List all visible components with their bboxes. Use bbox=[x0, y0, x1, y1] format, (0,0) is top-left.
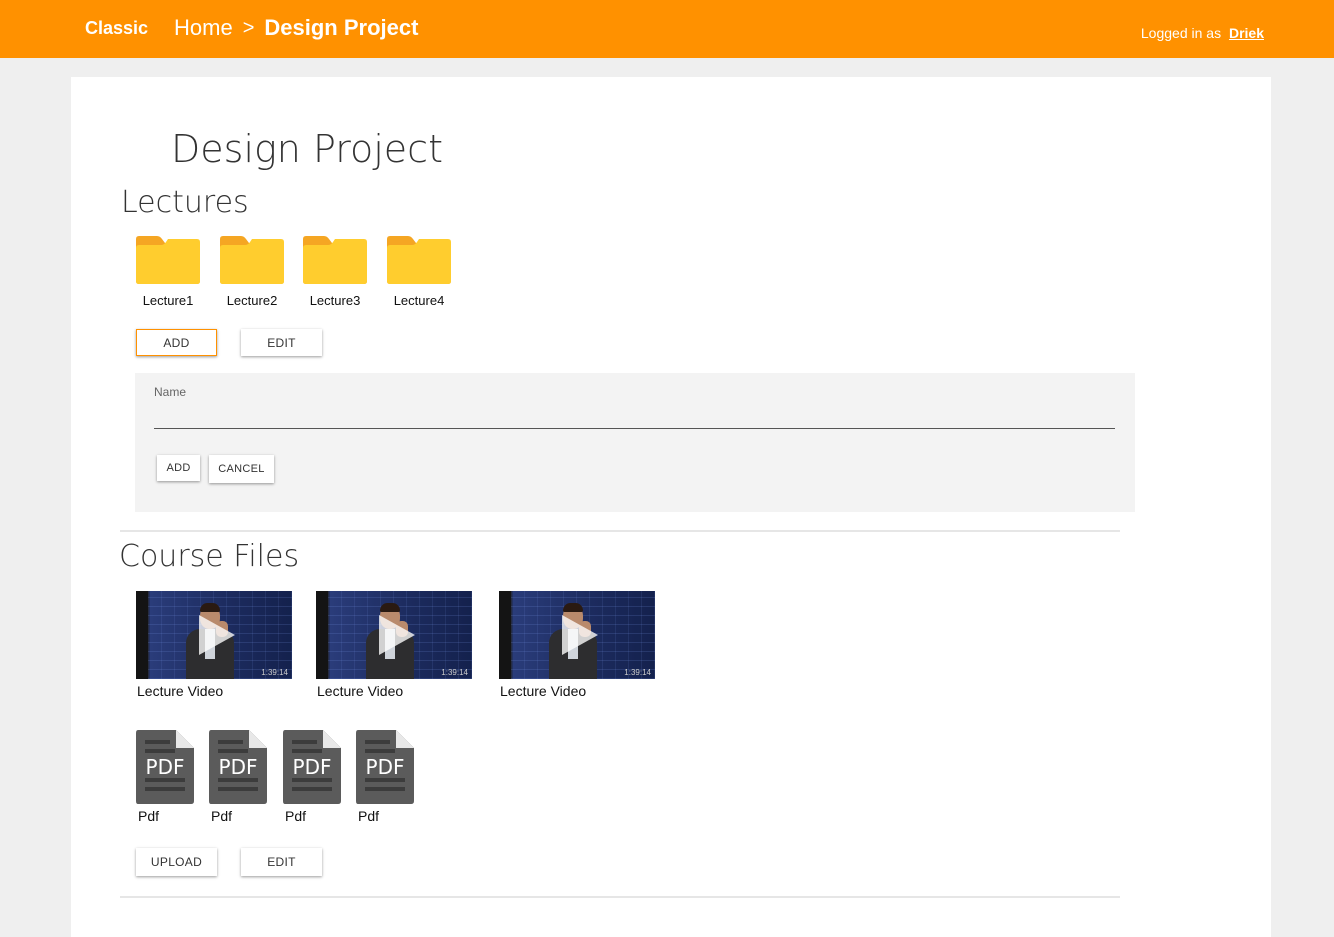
edit-files-button[interactable]: EDIT bbox=[241, 848, 322, 876]
pdf-label: Pdf bbox=[358, 808, 380, 824]
section-divider-bottom bbox=[120, 896, 1120, 898]
folder-label: Lecture2 bbox=[226, 293, 278, 308]
video-label: Lecture Video bbox=[317, 683, 404, 699]
pdf-badge: PDF bbox=[219, 755, 258, 779]
pdf-file-icon: PDF bbox=[136, 730, 194, 804]
upload-button[interactable]: UPLOAD bbox=[136, 848, 217, 876]
folder-icon bbox=[220, 236, 284, 288]
breadcrumb-home-link[interactable]: Home bbox=[174, 15, 233, 41]
content-card: Design Project Lectures Lecture1 Lecture2… bbox=[71, 77, 1271, 937]
video-duration: 1:39:14 bbox=[624, 668, 651, 677]
login-prefix: Logged in as bbox=[1140, 25, 1222, 41]
user-link[interactable]: Driek bbox=[1229, 25, 1264, 41]
folder-icon bbox=[387, 236, 451, 288]
folder-icon bbox=[136, 236, 200, 288]
name-input[interactable] bbox=[154, 403, 1115, 429]
folder-label: Lecture1 bbox=[142, 293, 194, 308]
edit-lectures-button[interactable]: EDIT bbox=[241, 329, 322, 356]
pdf-label: Pdf bbox=[285, 808, 307, 824]
section-divider bbox=[120, 530, 1120, 532]
login-status: Logged in as Driek bbox=[1141, 25, 1264, 41]
brand-logo[interactable]: Classic bbox=[85, 18, 148, 39]
form-add-button[interactable]: ADD bbox=[157, 455, 200, 481]
breadcrumb-separator: > bbox=[242, 16, 255, 39]
folder-label: Lecture4 bbox=[393, 293, 445, 308]
course-files-heading: Course Files bbox=[119, 539, 300, 574]
lecture-folder[interactable]: Lecture4 bbox=[386, 234, 452, 308]
page-title: Design Project bbox=[171, 127, 443, 171]
folder-icon bbox=[303, 236, 367, 288]
form-cancel-button[interactable]: CANCEL bbox=[209, 455, 274, 483]
pdf-item[interactable]: PDF Pdf bbox=[283, 730, 343, 824]
video-duration: 1:39:14 bbox=[261, 668, 288, 677]
video-label: Lecture Video bbox=[137, 683, 224, 699]
video-item[interactable]: 1:39:14 Lecture Video bbox=[136, 591, 292, 699]
name-label: Name bbox=[154, 385, 187, 399]
pdf-label: Pdf bbox=[211, 808, 233, 824]
lecture-folder[interactable]: Lecture1 bbox=[135, 234, 201, 308]
add-lecture-form: Name ADD CANCEL bbox=[135, 373, 1135, 512]
play-icon[interactable] bbox=[379, 615, 415, 655]
pdf-item[interactable]: PDF Pdf bbox=[136, 730, 196, 824]
pdf-badge: PDF bbox=[146, 755, 185, 779]
video-thumbnail[interactable]: 1:39:14 bbox=[499, 591, 655, 679]
breadcrumb: Home > Design Project bbox=[174, 15, 418, 41]
breadcrumb-current: Design Project bbox=[264, 15, 419, 40]
pdf-file-icon: PDF bbox=[209, 730, 267, 804]
lecture-folder[interactable]: Lecture3 bbox=[302, 234, 368, 308]
video-thumbnail[interactable]: 1:39:14 bbox=[136, 591, 292, 679]
pdf-badge: PDF bbox=[366, 755, 405, 779]
play-icon[interactable] bbox=[199, 615, 235, 655]
play-icon[interactable] bbox=[562, 615, 598, 655]
folder-label: Lecture3 bbox=[309, 293, 361, 308]
video-label: Lecture Video bbox=[500, 683, 587, 699]
video-duration: 1:39:14 bbox=[441, 668, 468, 677]
pdf-item[interactable]: PDF Pdf bbox=[209, 730, 269, 824]
lecture-folder[interactable]: Lecture2 bbox=[219, 234, 285, 308]
pdf-file-icon: PDF bbox=[283, 730, 341, 804]
top-bar: Classic Home > Design Project Logged in … bbox=[0, 0, 1334, 58]
lectures-heading: Lectures bbox=[121, 185, 249, 220]
pdf-label: Pdf bbox=[138, 808, 160, 824]
pdf-item[interactable]: PDF Pdf bbox=[356, 730, 416, 824]
video-item[interactable]: 1:39:14 Lecture Video bbox=[316, 591, 472, 699]
pdf-file-icon: PDF bbox=[356, 730, 414, 804]
video-thumbnail[interactable]: 1:39:14 bbox=[316, 591, 472, 679]
add-lecture-button[interactable]: ADD bbox=[136, 329, 217, 356]
pdf-badge: PDF bbox=[293, 755, 332, 779]
video-item[interactable]: 1:39:14 Lecture Video bbox=[499, 591, 655, 699]
